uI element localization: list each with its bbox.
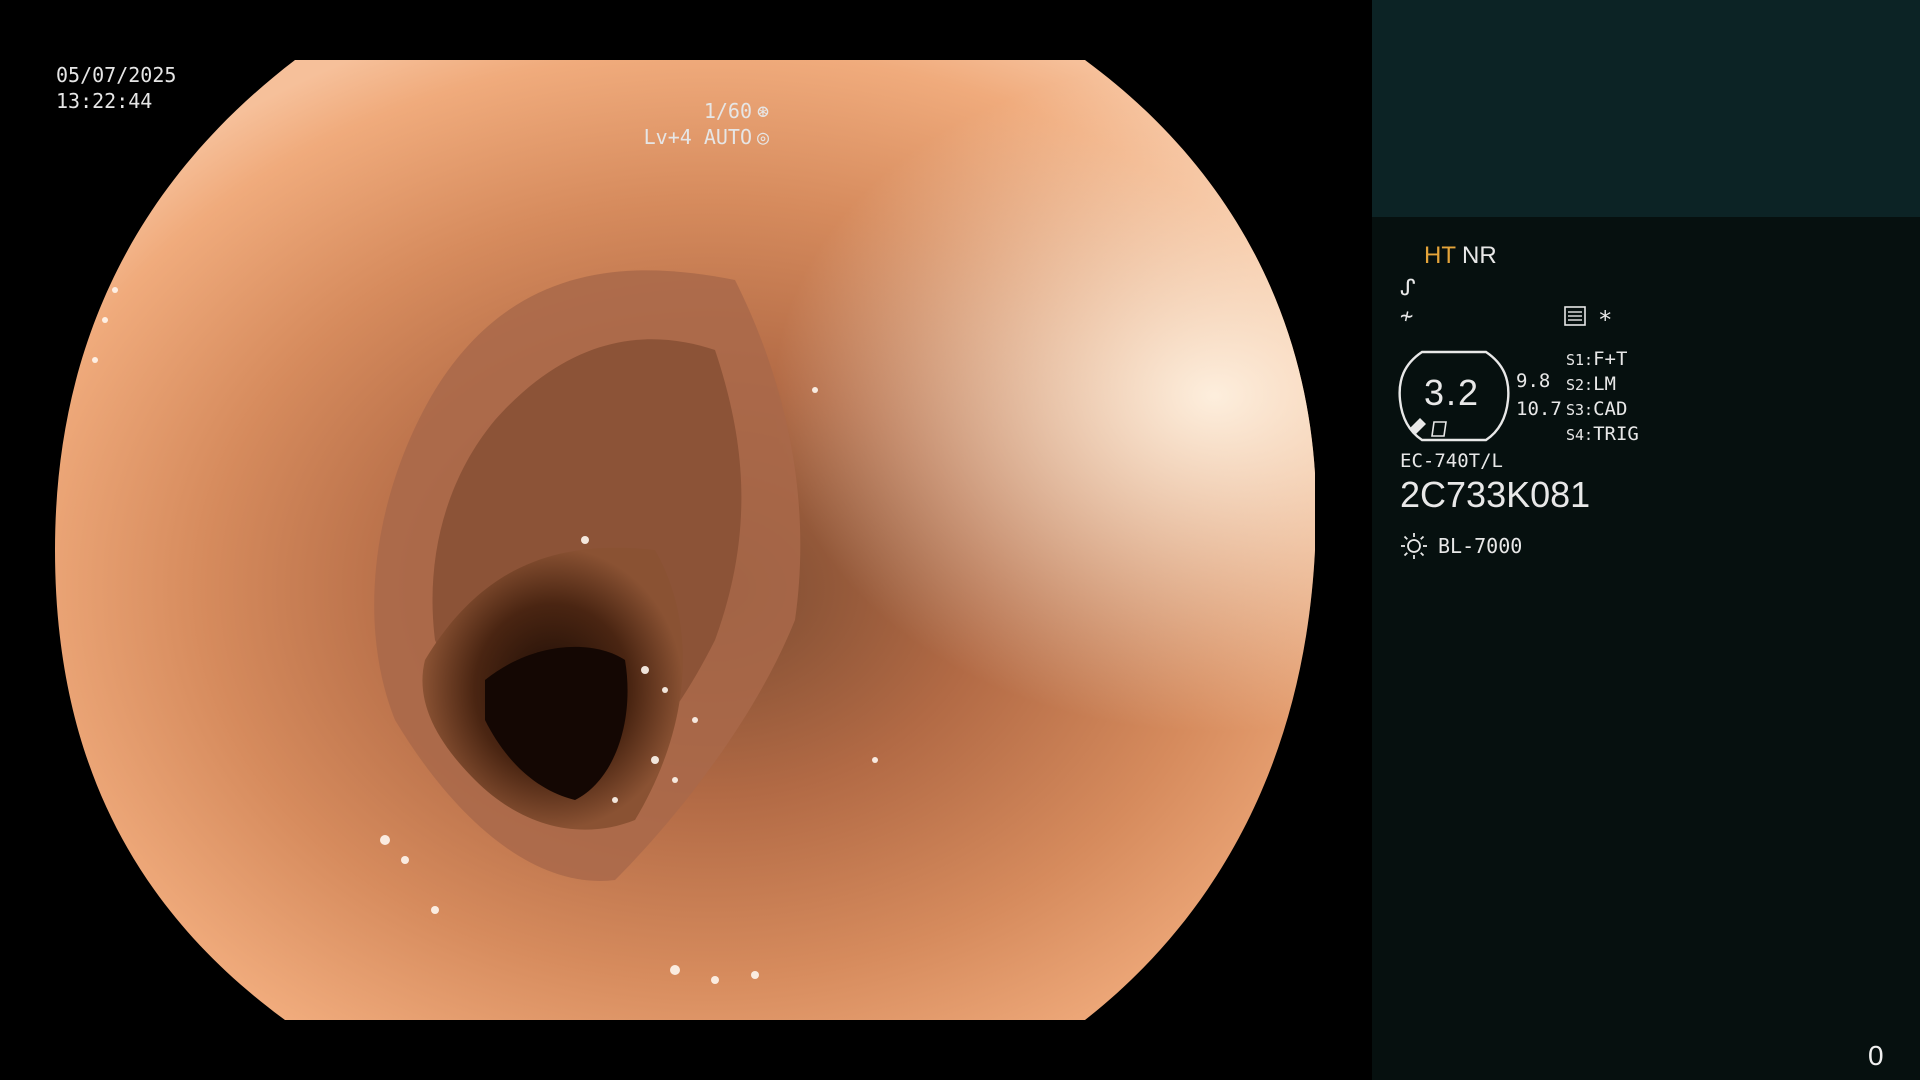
light-source-model: BL-7000 [1438,534,1523,558]
gauge-value: 3.2 [1424,372,1481,413]
slot-4-value: TRIG [1593,423,1639,445]
endoscopic-image [55,60,1315,1020]
level-text: Lv+4 AUTO [643,125,752,149]
level-line: Lv+4 AUTO ◎ [644,124,772,150]
slot-2-value: LM [1593,373,1616,395]
slot-2-key: S2: [1566,376,1594,394]
value-b: 10.7 [1516,398,1562,420]
shutter-icon: ⊛ [756,99,770,123]
slot-4: S4:TRIG [1566,423,1639,445]
bowel-lumen-image [55,60,1315,1020]
endoscope-view-area: 05/07/2025 13:22:44 1/60 ⊛ Lv+4 AUTO ◎ [0,0,1372,1080]
date-text: 05/07/2025 [56,63,177,87]
ht-indicator: HT [1424,242,1456,269]
time-text: 13:22:44 [56,89,153,113]
settings-list-icon [1564,306,1586,326]
nr-indicator: NR [1462,242,1497,269]
iris-icon: ◎ [756,125,770,149]
shutter-text: 1/60 [703,99,752,123]
slot-2: S2:LM [1566,373,1616,395]
shutter-line: 1/60 ⊛ [644,98,772,124]
slot-3-value: CAD [1593,398,1628,420]
processor-info-panel: HT NR ᔑ ≁ * 3.2 9.8 10.7 S1:F+T S2:LM S3… [1372,0,1920,1080]
slot-1-key: S1: [1566,351,1594,369]
slot-3: S3:CAD [1566,398,1627,420]
panel-thumbnail-area [1372,0,1920,217]
datetime-readout: 05/07/2025 13:22:44 [56,62,176,114]
slot-1: S1:F+T [1566,348,1627,370]
asterisk-icon: * [1598,306,1613,334]
light-source-icon [1401,533,1427,559]
slot-1-value: F+T [1593,348,1628,370]
value-a: 9.8 [1516,370,1551,392]
scope-serial: 2C733K081 [1400,474,1591,515]
image-counter: 0 [1868,1040,1884,1071]
scope-model: EC-740T/L [1400,450,1503,472]
slot-4-key: S4: [1566,426,1594,444]
slot-3-key: S3: [1566,401,1594,419]
enhancement-icon: ᔑ [1400,276,1416,301]
structure-icon: ≁ [1400,304,1414,329]
exposure-readout: 1/60 ⊛ Lv+4 AUTO ◎ [644,98,772,150]
